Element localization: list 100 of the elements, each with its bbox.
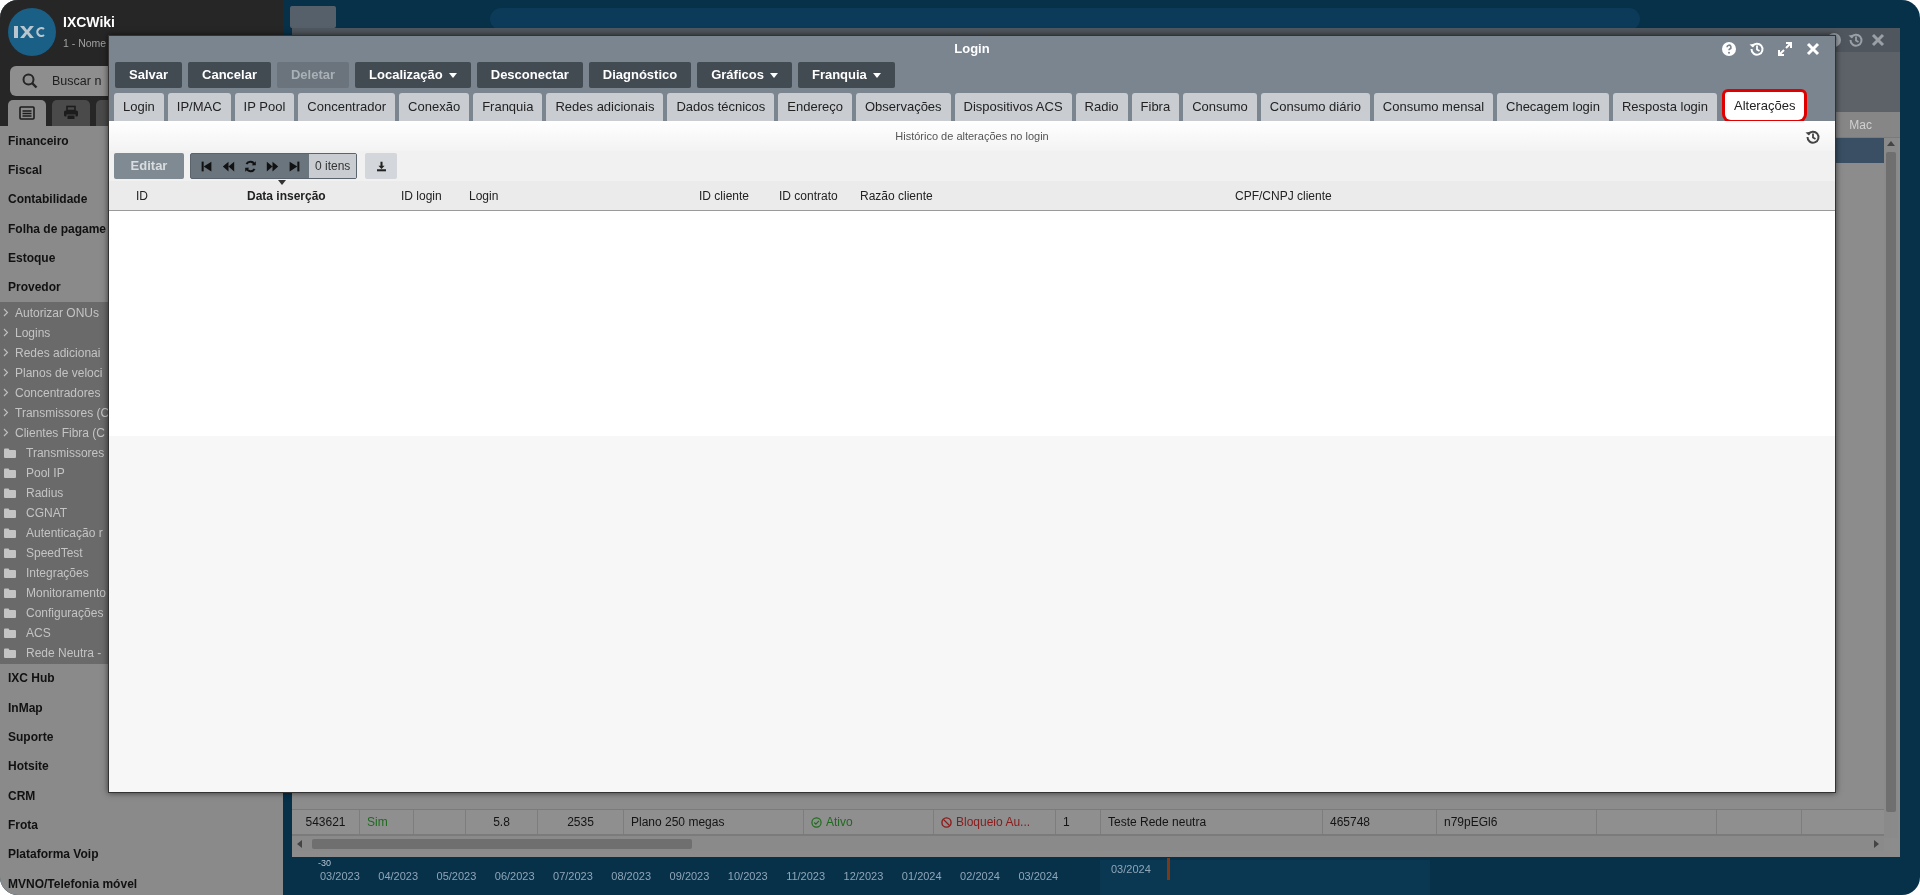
folder-icon bbox=[4, 547, 16, 558]
dialog-tab[interactable]: Checagem login bbox=[1497, 93, 1609, 121]
scroll-right-icon[interactable] bbox=[1872, 839, 1880, 848]
cell-text: Sim bbox=[367, 814, 388, 831]
dialog-tab[interactable]: IP/MAC bbox=[167, 93, 231, 121]
toolbar-button[interactable]: Salvar bbox=[115, 62, 183, 88]
folder-icon bbox=[4, 647, 16, 658]
toolbar-button[interactable]: Franquia bbox=[797, 62, 895, 88]
dialog-tab[interactable]: Franquia bbox=[473, 93, 543, 121]
dialog-tab[interactable]: Consumo bbox=[1183, 93, 1257, 121]
dialog-tab[interactable]: Login bbox=[114, 93, 164, 121]
help-icon[interactable] bbox=[1721, 41, 1737, 57]
column-header[interactable]: ID login bbox=[401, 187, 442, 205]
axis-label: 05/2023 bbox=[436, 869, 477, 884]
column-header[interactable]: ID contrato bbox=[779, 187, 838, 205]
toolbar-button[interactable]: Desconectar bbox=[476, 62, 583, 88]
chart-marker bbox=[1167, 858, 1170, 880]
view-tab[interactable] bbox=[52, 100, 90, 126]
cell-text: Bloqueio Au... bbox=[956, 814, 1031, 831]
axis-label: 10/2023 bbox=[727, 869, 768, 884]
dialog-tab[interactable]: Consumo mensal bbox=[1373, 93, 1493, 121]
dialog-tab[interactable]: Fibra bbox=[1131, 93, 1180, 121]
axis-label: 03/2024 bbox=[1018, 869, 1059, 884]
axis-label: -30 bbox=[318, 858, 331, 868]
item-count: 0 itens bbox=[309, 154, 357, 178]
dialog-tab[interactable]: Observações bbox=[856, 93, 951, 121]
axis-label: 11/2023 bbox=[786, 869, 826, 884]
printer-icon bbox=[63, 105, 79, 121]
cell-text: 5.8 bbox=[493, 814, 510, 831]
menu-item[interactable]: Plataforma Voip bbox=[0, 839, 283, 869]
search-icon bbox=[22, 73, 38, 89]
folder-icon bbox=[4, 467, 16, 478]
cell-text: 2535 bbox=[567, 814, 594, 831]
caret-down-icon bbox=[448, 72, 457, 78]
view-tab[interactable] bbox=[8, 100, 46, 126]
dialog-tab[interactable]: Radio bbox=[1075, 93, 1128, 121]
download-icon bbox=[375, 160, 387, 172]
column-header[interactable]: Login bbox=[469, 187, 499, 205]
app-logo-box bbox=[290, 6, 336, 28]
cell-text: 1 bbox=[1063, 814, 1070, 831]
column-header[interactable]: Razão cliente bbox=[860, 187, 933, 205]
toolbar-button[interactable]: Cancelar bbox=[188, 62, 271, 88]
axis-label: 03/2024 bbox=[1111, 862, 1151, 877]
folder-icon bbox=[4, 627, 16, 638]
menu-item[interactable]: MVNO/Telefonia móvel bbox=[0, 868, 283, 895]
list-icon bbox=[19, 105, 35, 121]
dialog-tab[interactable]: Conexão bbox=[399, 93, 470, 121]
dialog-tab[interactable]: Dados técnicos bbox=[667, 93, 775, 121]
last-page-icon[interactable] bbox=[288, 159, 301, 173]
folder-icon bbox=[4, 487, 16, 498]
column-header[interactable]: ID bbox=[136, 187, 148, 205]
expand-icon[interactable] bbox=[1777, 41, 1793, 57]
axis-label: 08/2023 bbox=[611, 869, 652, 884]
menu-item[interactable]: Frota bbox=[0, 810, 283, 840]
next-page-icon[interactable] bbox=[266, 159, 279, 173]
cell-text: 543621 bbox=[305, 814, 346, 831]
column-header[interactable]: CPF/CNPJ cliente bbox=[1235, 187, 1332, 205]
dialog-tab[interactable]: Dispositivos ACS bbox=[954, 93, 1072, 121]
folder-icon bbox=[4, 527, 16, 538]
scroll-up-icon[interactable] bbox=[1887, 140, 1895, 148]
toolbar-button[interactable]: Diagnóstico bbox=[588, 62, 692, 88]
table-caption: Histórico de alterações no login bbox=[895, 128, 1049, 144]
first-page-icon[interactable] bbox=[200, 159, 213, 173]
axis-label: 12/2023 bbox=[843, 869, 884, 884]
axis-label: 02/2024 bbox=[960, 869, 1000, 884]
ban-icon bbox=[941, 816, 952, 828]
refresh-icon[interactable] bbox=[244, 159, 257, 173]
dialog-tab[interactable]: Concentrador bbox=[298, 93, 396, 121]
download-button[interactable] bbox=[365, 153, 398, 179]
cell-text: n79pEGl6 bbox=[1444, 814, 1498, 831]
cell-text: 465748 bbox=[1330, 814, 1371, 831]
account-subtitle: 1 - Nome bbox=[63, 36, 108, 50]
folder-icon bbox=[4, 507, 16, 518]
caret-down-icon bbox=[769, 72, 778, 78]
dialog-tab[interactable]: IP Pool bbox=[234, 93, 295, 121]
axis-label: 01/2024 bbox=[901, 869, 942, 884]
column-header[interactable]: Data inserção bbox=[247, 187, 326, 205]
history-icon[interactable] bbox=[1805, 129, 1821, 145]
close-icon[interactable] bbox=[1870, 32, 1886, 48]
toolbar-button[interactable]: Gráficos bbox=[697, 62, 792, 88]
cell-text: Plano 250 megas bbox=[631, 814, 725, 831]
scrollbar-thumb[interactable] bbox=[312, 838, 692, 849]
cell-text: Teste Rede neutra bbox=[1108, 814, 1207, 831]
dialog-tab[interactable]: Redes adicionais bbox=[546, 93, 664, 121]
dialog-title: Login bbox=[954, 40, 990, 59]
dialog-tab[interactable]: Endereço bbox=[778, 93, 852, 121]
axis-label: 03/2023 bbox=[320, 869, 360, 884]
dialog-tab[interactable]: Alterações bbox=[1724, 92, 1805, 120]
app-name: IXCWiki bbox=[63, 14, 115, 30]
previous-page-icon[interactable] bbox=[222, 159, 235, 173]
toolbar-button[interactable]: Localização bbox=[355, 62, 471, 88]
scrollbar-thumb[interactable] bbox=[1886, 152, 1896, 812]
axis-label: 09/2023 bbox=[669, 869, 710, 884]
dialog-tab[interactable]: Consumo diário bbox=[1260, 93, 1370, 121]
caret-down-icon bbox=[872, 72, 881, 78]
dialog-tab[interactable]: Resposta login bbox=[1612, 93, 1717, 121]
check-circle-icon bbox=[811, 816, 822, 828]
scroll-left-icon[interactable] bbox=[296, 839, 304, 848]
axis-label: 04/2023 bbox=[378, 869, 419, 884]
column-header[interactable]: ID cliente bbox=[699, 187, 750, 205]
